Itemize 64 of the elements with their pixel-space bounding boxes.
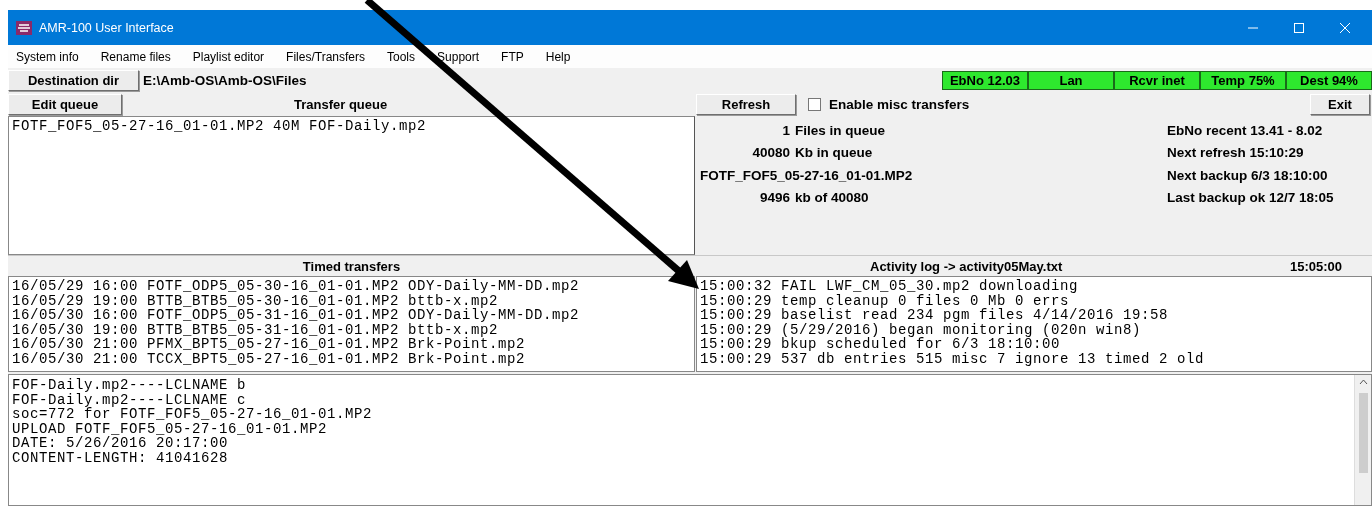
list-line: 15:00:29 bkup scheduled for 6/3 18:10:00	[700, 337, 1061, 352]
maximize-icon	[1294, 22, 1304, 33]
status-indicator: Rcvr inet	[1114, 70, 1200, 90]
info-text: Last backup ok 12/7 18:05	[1167, 189, 1334, 208]
destination-dir-button[interactable]: Destination dir	[8, 69, 139, 91]
section-title: Activity log -> activity05May.txt	[870, 258, 1063, 274]
file-name: FOTF_FOF5_05-27-16_01-01.MP2	[699, 167, 913, 183]
log-line: UPLOAD FOTF_FOF5_05-27-16_01-01.MP2	[12, 421, 329, 436]
list-line: 15:00:29 baselist read 234 pgm files 4/14/2016 19:58	[700, 308, 1170, 323]
scrollbar-thumb[interactable]	[1358, 393, 1368, 473]
log-line: CONTENT-LENGTH: 41041628	[12, 450, 230, 465]
output-log[interactable]: FOF-Daily.mp2----LCLNAME b FOF-Daily.mp2----LCLNAME c soc=772 for FOTF_FOF5_05-27-16_01-01.MP2 UPLOAD FOTF_FOF5_05-27-16_01-01.MP2 DATE: 5/26/2016 20:17:00 CONTENT-LENGTH: 41041628	[8, 374, 1372, 506]
transfer-queue-list[interactable]: FOTF_FOF5_05-27-16_01-01.MP2 40M FOF-Daily.mp2	[8, 116, 695, 255]
checkbox[interactable]	[808, 97, 821, 111]
info-label: Files in queue	[795, 122, 886, 138]
list-line: 15:00:29 537 db entries 515 misc 7 ignore 13 timed 2 old	[700, 351, 1206, 366]
status-indicator: EbNo 12.03	[942, 70, 1028, 90]
log-line: FOF-Daily.mp2----LCLNAME c	[12, 392, 248, 407]
timed-transfers-list[interactable]	[8, 276, 695, 372]
info-value: 1	[781, 122, 790, 138]
info-label: kb of 40080	[795, 190, 869, 206]
list-line: 16/05/29 16:00 FOTF_ODP5_05-30-16_01-01.MP2 ODY-Daily-MM-DD.mp2	[12, 279, 581, 294]
menu-item[interactable]: Help	[534, 49, 582, 64]
list-line: 15:00:32 FAIL LWF_CM_05_30.mp2 downloading	[700, 279, 1080, 294]
info-text: Next refresh 15:10:29	[1167, 144, 1305, 163]
status-indicator: Temp 75%	[1200, 70, 1286, 90]
log-line: DATE: 5/26/2016 20:17:00	[12, 436, 230, 451]
close-icon	[1340, 22, 1350, 33]
clock-text: 15:05:00	[1289, 258, 1342, 274]
scroll-up-icon	[1358, 379, 1368, 385]
list-line: 16/05/30 16:00 FOTF_ODP5_05-31-16_01-01.MP2 ODY-Daily-MM-DD.mp2	[12, 308, 581, 323]
edit-queue-button[interactable]: Edit queue	[8, 93, 122, 115]
list-line: 16/05/30 21:00 TCCX_BPT5_05-27-16_01-01.MP2 Brk-Point.mp2	[12, 351, 527, 366]
list-line: 16/05/30 21:00 PFMX_BPT5_05-27-16_01-01.MP2 Brk-Point.mp2	[12, 337, 527, 352]
info-value: 40080	[751, 145, 790, 161]
list-line: 16/05/30 19:00 BTTB_BTB5_05-31-16_01-01.MP2 bttb-x.mp2	[12, 322, 499, 337]
info-value: 9496	[758, 190, 790, 206]
app-icon	[16, 20, 32, 35]
status-indicator: Dest 94%	[1286, 70, 1372, 90]
info-text: EbNo recent 13.41 - 8.02	[1167, 121, 1324, 140]
refresh-button[interactable]: Refresh	[696, 93, 796, 115]
info-text: Next backup 6/3 18:10:00	[1167, 166, 1329, 185]
path-text: E:\Amb-OS\Amb-OS\Files	[143, 72, 307, 88]
list-line: 15:00:29 (5/29/2016) began monitoring (020n win8)	[700, 322, 1143, 337]
status-indicator: Lan	[1028, 70, 1114, 90]
list-line: FOTF_FOF5_05-27-16_01-01.MP2 40M FOF-Daily.mp2	[12, 119, 428, 134]
window-title: AMR-100 User Interface	[39, 20, 174, 35]
section-title: Timed transfers	[302, 258, 401, 274]
menu-item[interactable]: Rename files	[89, 49, 182, 64]
activity-log-list[interactable]	[696, 276, 1372, 372]
menu-item[interactable]: System info	[9, 49, 90, 64]
info-label: Kb in queue	[795, 145, 873, 161]
section-title: Transfer queue	[294, 96, 388, 112]
log-line: FOF-Daily.mp2----LCLNAME b	[12, 378, 248, 393]
scrollbar[interactable]	[1354, 375, 1371, 505]
list-line: 16/05/29 19:00 BTTB_BTB5_05-30-16_01-01.MP2 bttb-x.mp2	[12, 293, 499, 308]
menu-item[interactable]: FTP	[490, 49, 535, 64]
menu-item[interactable]: Playlist editor	[181, 49, 276, 64]
log-line: soc=772 for FOTF_FOF5_05-27-16_01-01.MP2	[12, 407, 374, 422]
menu-item[interactable]: Tools	[376, 49, 427, 64]
list-line: 15:00:29 temp cleanup 0 files 0 Mb 0 errs	[700, 293, 1070, 308]
checkbox-label: Enable misc transfers	[829, 96, 970, 112]
exit-button[interactable]: Exit	[1310, 93, 1370, 115]
menu-item[interactable]: Files/Transfers	[275, 49, 376, 64]
